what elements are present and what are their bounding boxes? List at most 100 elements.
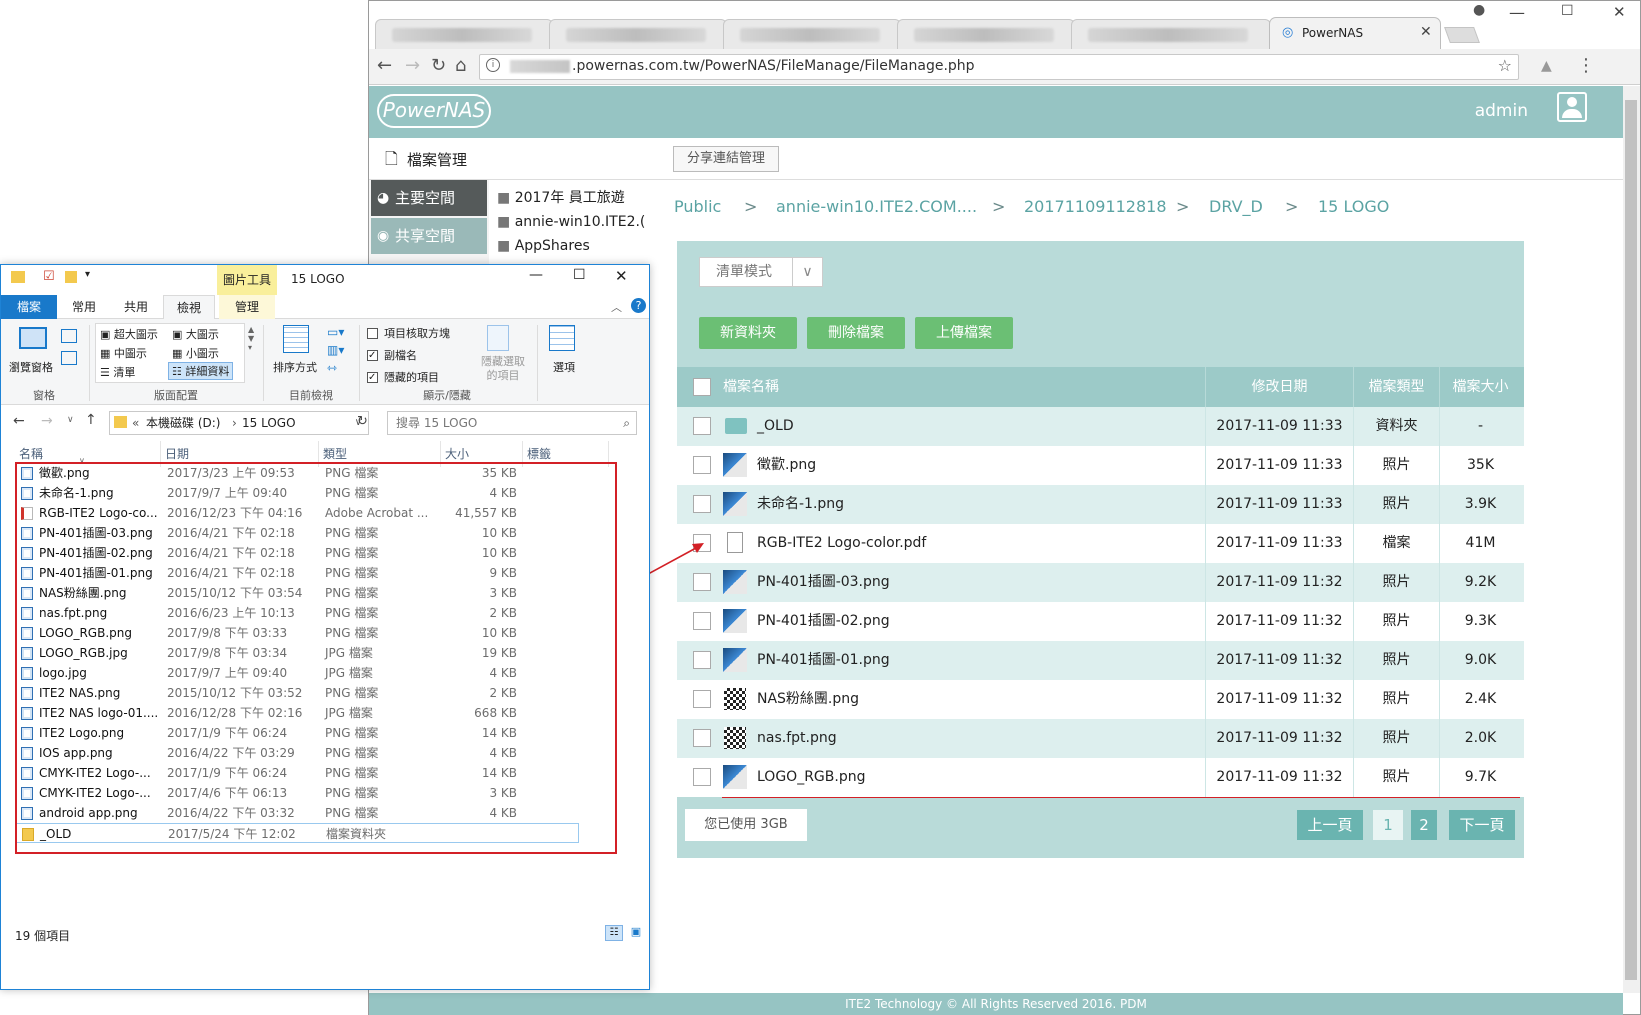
hide-selected-icon[interactable] (487, 325, 509, 351)
table-row[interactable]: PN-401插圖-03.png 2017-11-09 11:32 照片 9.2K (677, 563, 1524, 602)
breadcrumb-item[interactable]: DRV_D (1209, 197, 1263, 216)
help-icon[interactable]: ? (631, 298, 646, 313)
navigation-pane-icon[interactable] (19, 327, 47, 349)
collapse-ribbon-icon[interactable]: ︿ (611, 299, 622, 315)
page-2-button[interactable]: 2 (1411, 810, 1437, 840)
row-checkbox[interactable] (693, 495, 711, 513)
page-scrollbar[interactable] (1623, 86, 1640, 993)
tab-blurred-5[interactable] (1071, 19, 1271, 49)
layout-small[interactable]: ▦ 小圖示 (172, 345, 219, 361)
checkbox-checked[interactable]: ✓ (367, 350, 378, 361)
select-all-checkbox[interactable] (693, 378, 711, 396)
chevron-down-icon[interactable]: ∨ (792, 258, 822, 286)
file-name[interactable]: 未命名-1.png (757, 485, 1197, 524)
file-name[interactable]: RGB-ITE2 Logo-color.pdf (757, 524, 1197, 563)
table-row[interactable]: PN-401插圖-01.png 2017-11-09 11:32 照片 9.0K (677, 641, 1524, 680)
gallery-scroll-icon[interactable]: ▲ ▼ ▾ (248, 325, 254, 352)
view-mode-select[interactable]: 清單模式 ∨ (699, 257, 823, 287)
info-icon[interactable]: i (486, 58, 500, 72)
new-tab-button[interactable] (1444, 27, 1480, 43)
path-bar[interactable]: « 本機磁碟 (D:) › 15 LOGO ∨ (109, 411, 369, 435)
file-name[interactable]: 徵歡.png (757, 446, 1197, 485)
home-icon[interactable]: ⌂ (455, 56, 466, 76)
username[interactable]: admin (1475, 101, 1528, 121)
folder-tree-item[interactable]: ■ annie-win10.ITE2.( (497, 210, 645, 234)
breadcrumb-item[interactable]: 15 LOGO (1318, 197, 1389, 216)
tab-home[interactable]: 常用 (59, 295, 109, 319)
bookmark-star-icon[interactable]: ☆ (1498, 56, 1512, 75)
new-folder-icon[interactable] (65, 271, 77, 283)
refresh-icon[interactable]: ↻ (357, 414, 368, 429)
preview-pane-icon[interactable] (61, 329, 77, 343)
breadcrumb-item[interactable]: annie-win10.ITE2.COM.... (776, 197, 977, 216)
back-icon[interactable]: ← (377, 56, 392, 76)
col-modified[interactable]: 修改日期 (1205, 367, 1353, 407)
details-pane-icon[interactable] (61, 351, 77, 365)
tab-view[interactable]: 檢視 (163, 295, 215, 319)
file-name[interactable]: LOGO_RGB.png (757, 758, 1197, 797)
table-row[interactable]: 未命名-1.png 2017-11-09 11:33 照片 3.9K (677, 485, 1524, 524)
checkbox-checked[interactable]: ✓ (367, 372, 378, 383)
options-button[interactable]: 選項 (553, 359, 575, 375)
options-icon[interactable] (549, 325, 575, 351)
powernas-logo[interactable]: PowerNAS (377, 94, 491, 128)
user-icon[interactable] (1557, 92, 1587, 122)
table-row[interactable]: LOGO_RGB.png 2017-11-09 11:32 照片 9.7K (677, 758, 1524, 797)
picture-tools-tab[interactable]: 圖片工具 (217, 265, 277, 295)
path-overflow-icon[interactable]: « (132, 412, 139, 434)
layout-list[interactable]: ☰ 清單 (100, 364, 135, 380)
recent-dropdown-icon[interactable]: ∨ (67, 415, 74, 425)
row-checkbox[interactable] (693, 690, 711, 708)
row-checkbox[interactable] (693, 612, 711, 630)
path-segment[interactable]: 15 LOGO (242, 412, 296, 434)
search-input[interactable]: 搜尋 15 LOGO ⌕ (387, 411, 637, 435)
file-manage-title[interactable]: 檔案管理 (407, 149, 467, 170)
forward-icon[interactable]: → (405, 56, 420, 76)
folder-tree-item[interactable]: ■ 2017年 員工旅遊 (497, 186, 645, 210)
close-window-icon[interactable]: ✕ (1613, 3, 1626, 21)
tab-blurred-3[interactable] (723, 19, 901, 49)
file-name[interactable]: nas.fpt.png (757, 719, 1197, 758)
extension-icon[interactable]: ▲ (1541, 56, 1552, 76)
navigation-pane-button[interactable]: 瀏覽窗格 (9, 359, 53, 375)
tab-share[interactable]: 共用 (111, 295, 161, 319)
hide-selected-button[interactable]: 隱藏選取的項目 (477, 355, 529, 383)
sort-by-button[interactable]: 排序方式 (273, 359, 317, 375)
new-folder-button[interactable]: 新資料夾 (699, 317, 797, 349)
layout-extra-large[interactable]: ▣ 超大圖示 (100, 326, 158, 342)
table-row[interactable]: NAS粉絲團.png 2017-11-09 11:32 照片 2.4K (677, 680, 1524, 719)
layout-large[interactable]: ▣ 大圖示 (172, 326, 219, 342)
tab-blurred-4[interactable] (897, 19, 1075, 49)
file-name[interactable]: NAS粉絲團.png (757, 680, 1197, 719)
delete-file-button[interactable]: 刪除檔案 (807, 317, 905, 349)
close-icon[interactable]: ✕ (615, 267, 628, 285)
folder-tree-item[interactable]: ■ AppShares (497, 234, 645, 258)
minimize-icon[interactable]: — (529, 267, 543, 283)
layout-details[interactable]: ☷ 詳細資料 (168, 362, 234, 380)
row-checkbox[interactable] (693, 456, 711, 474)
prev-page-button[interactable]: 上一頁 (1297, 810, 1363, 840)
reload-icon[interactable]: ↻ (431, 56, 446, 76)
next-page-button[interactable]: 下一頁 (1449, 810, 1515, 840)
sidebar-item-main-space[interactable]: ◕ 主要空間 (371, 180, 487, 216)
breadcrumb-item[interactable]: Public (674, 197, 721, 216)
table-row[interactable]: 徵歡.png 2017-11-09 11:33 照片 35K (677, 446, 1524, 485)
row-checkbox[interactable] (693, 768, 711, 786)
file-name[interactable]: PN-401插圖-02.png (757, 602, 1197, 641)
sort-by-icon[interactable] (283, 325, 309, 353)
group-by-icon[interactable]: ▭▾ (327, 325, 344, 339)
col-size[interactable]: 檔案大小 (1439, 367, 1521, 407)
row-checkbox[interactable] (693, 417, 711, 435)
col-name[interactable]: 檔案名稱 (723, 367, 1263, 407)
address-bar[interactable]: i .powernas.com.tw/PowerNAS/FileManage/F… (479, 54, 1519, 80)
close-tab-icon[interactable]: ✕ (1420, 24, 1432, 40)
up-icon[interactable]: ↑ (85, 412, 97, 428)
back-icon[interactable]: ← (13, 413, 25, 429)
sidebar-item-shared-space[interactable]: ◉ 共享空間 (371, 218, 487, 254)
maximize-icon[interactable]: ☐ (1561, 3, 1574, 19)
table-row[interactable]: _OLD 2017-11-09 11:33 資料夾 - (677, 407, 1524, 446)
path-segment[interactable]: 本機磁碟 (D:) (146, 412, 220, 434)
tab-powernas[interactable]: ◎ PowerNAS ✕ (1269, 17, 1441, 49)
tab-file[interactable]: 檔案 (1, 295, 57, 319)
scrollbar-thumb[interactable] (1625, 100, 1637, 980)
